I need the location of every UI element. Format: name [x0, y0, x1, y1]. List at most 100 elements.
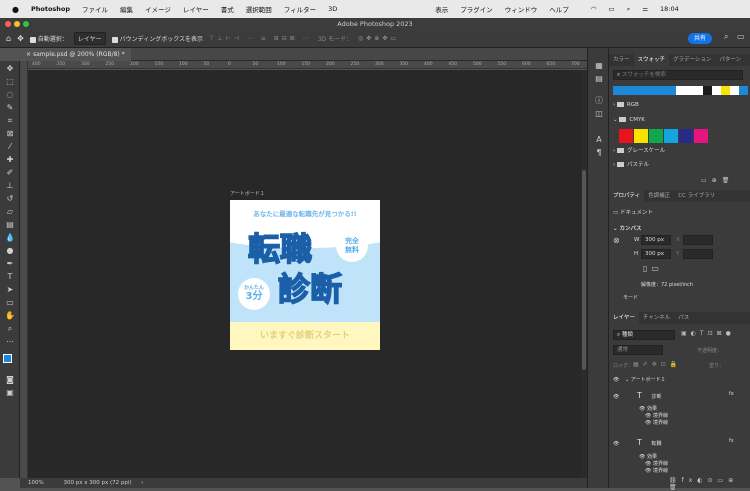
- info-arrow-icon[interactable]: ›: [141, 480, 143, 486]
- lasso-tool-icon[interactable]: ◌: [5, 90, 15, 100]
- battery-icon[interactable]: ▭: [608, 5, 614, 13]
- 3d-mode-icons[interactable]: ◎✥⊕✥▭: [358, 35, 399, 42]
- zoom-level[interactable]: 100%: [28, 480, 44, 486]
- eraser-tool-icon[interactable]: ▱: [5, 207, 15, 217]
- tab-swatches[interactable]: スウォッチ: [633, 54, 670, 66]
- menu-window[interactable]: ウィンドウ: [505, 4, 538, 14]
- auto-select-dropdown[interactable]: レイヤー: [73, 32, 106, 45]
- cmyk-swatch[interactable]: [619, 129, 633, 143]
- pen-tool-icon[interactable]: ✒: [5, 259, 15, 269]
- layer-filter-icons[interactable]: ▣◐T⊡⊠●: [681, 330, 735, 337]
- menu-filter[interactable]: フィルター: [284, 4, 316, 14]
- eye-icon[interactable]: 👁: [613, 377, 619, 383]
- document-info[interactable]: 300 px x 300 px (72 ppi): [63, 480, 131, 486]
- menu-type[interactable]: 書式: [221, 4, 234, 14]
- move-tool-icon[interactable]: ✥: [17, 34, 24, 43]
- menu-plugins[interactable]: プラグイン: [460, 4, 493, 14]
- auto-select-checkbox[interactable]: 自動選択：: [29, 34, 68, 43]
- swatch[interactable]: [694, 86, 703, 95]
- screen-mode-icon[interactable]: ▣: [5, 388, 15, 398]
- swatch-group-pastel[interactable]: › パステル: [613, 160, 649, 168]
- layer-comps-icon[interactable]: ◫: [594, 109, 604, 119]
- path-select-icon[interactable]: ➤: [5, 285, 15, 295]
- canvas-section-title[interactable]: ⌄ カンバス: [613, 224, 642, 232]
- stroke-effect-row[interactable]: 👁 境界線: [645, 467, 750, 474]
- more-tools-icon[interactable]: ⋯: [5, 337, 15, 347]
- move-tool-icon[interactable]: ✥: [5, 64, 15, 74]
- artboard-label[interactable]: アートボード１: [230, 190, 265, 197]
- share-button[interactable]: 共有: [688, 33, 712, 44]
- layer-row-tenshoku[interactable]: 👁 T 転職 fx: [609, 438, 745, 447]
- swatch-group-cmyk[interactable]: ⌄ CMYK: [613, 117, 645, 123]
- cmyk-swatch[interactable]: [694, 129, 708, 143]
- chevron-down-icon[interactable]: ⌄: [625, 377, 629, 383]
- swatch[interactable]: [703, 86, 712, 95]
- search-help-icon[interactable]: ⌕: [724, 32, 728, 42]
- swatch[interactable]: [640, 86, 649, 95]
- menu-file[interactable]: ファイル: [82, 4, 108, 14]
- eyedropper-tool-icon[interactable]: ⁄: [5, 142, 15, 152]
- menu-layer[interactable]: レイヤー: [183, 4, 209, 14]
- tab-channels[interactable]: チャンネル: [639, 312, 674, 324]
- tab-patterns[interactable]: パターン: [715, 54, 745, 66]
- brush-tool-icon[interactable]: ✐: [5, 168, 15, 178]
- clock[interactable]: 18:04: [660, 5, 679, 13]
- blend-mode-dropdown[interactable]: 通常: [613, 345, 663, 355]
- swatch[interactable]: [649, 86, 658, 95]
- swatch[interactable]: [685, 86, 694, 95]
- orientation-icons[interactable]: ▯▭: [643, 264, 663, 273]
- workspace-icon[interactable]: ▭: [737, 32, 745, 41]
- close-tab-icon[interactable]: ×: [26, 51, 31, 58]
- cmyk-swatch[interactable]: [649, 129, 663, 143]
- swatch[interactable]: [613, 86, 622, 95]
- eye-icon[interactable]: 👁: [645, 420, 651, 426]
- menu-view[interactable]: 表示: [435, 4, 448, 14]
- clone-stamp-icon[interactable]: ⊥: [5, 181, 15, 191]
- cmyk-swatch[interactable]: [679, 129, 693, 143]
- dodge-tool-icon[interactable]: ●: [5, 246, 15, 256]
- x-field[interactable]: [683, 235, 713, 245]
- layer-row-shindan[interactable]: 👁 T 診断 fx: [609, 391, 745, 400]
- document-tab[interactable]: × sample.psd @ 200% (RGB/8) *: [20, 48, 131, 61]
- lock-icons[interactable]: ▦✐✥⊡🔒: [633, 361, 681, 368]
- history-panel-icon[interactable]: ▦: [594, 61, 604, 71]
- tab-cc-libraries[interactable]: CC ライブラリ: [674, 190, 719, 202]
- minimize-window-button[interactable]: [14, 21, 20, 27]
- scroll-thumb[interactable]: [582, 170, 586, 370]
- tab-layers[interactable]: レイヤー: [609, 312, 639, 324]
- cmyk-swatch[interactable]: [634, 129, 648, 143]
- foreground-color-swatch[interactable]: [3, 354, 12, 363]
- menu-app-name[interactable]: Photoshop: [31, 5, 70, 13]
- height-field[interactable]: 300 px: [641, 249, 671, 259]
- close-window-button[interactable]: [5, 21, 11, 27]
- layer-footer-icons[interactable]: ⛓fx◐⊙▭⊕🗑: [669, 477, 750, 491]
- apple-icon[interactable]: ●: [12, 5, 19, 14]
- healing-brush-icon[interactable]: ✚: [5, 155, 15, 165]
- swatch-footer-icons[interactable]: ▭⊕🗑: [701, 177, 734, 184]
- stroke-effect-row[interactable]: 👁 境界線: [645, 412, 750, 419]
- menu-help[interactable]: ヘルプ: [549, 4, 569, 14]
- wifi-icon[interactable]: ◠: [591, 5, 597, 13]
- eye-icon[interactable]: 👁: [613, 441, 619, 447]
- tab-adjustments[interactable]: 色調補正: [644, 190, 674, 202]
- artboard-tool-icon[interactable]: ⬚: [5, 77, 15, 87]
- stroke-effect-row[interactable]: 👁 境界線: [645, 460, 750, 467]
- home-icon[interactable]: ⌂: [6, 34, 11, 43]
- eye-icon[interactable]: 👁: [645, 468, 651, 474]
- tab-properties[interactable]: プロパティ: [609, 190, 645, 202]
- character-panel-icon[interactable]: A: [594, 135, 604, 145]
- frame-tool-icon[interactable]: ⊠: [5, 129, 15, 139]
- menu-select[interactable]: 選択範囲: [246, 4, 272, 14]
- crop-tool-icon[interactable]: ⌗: [5, 116, 15, 126]
- hand-tool-icon[interactable]: ✋: [5, 311, 15, 321]
- info-panel-icon[interactable]: ⓘ: [594, 96, 604, 106]
- cmyk-swatch[interactable]: [664, 129, 678, 143]
- stroke-effect-row[interactable]: 👁 境界線: [645, 419, 750, 426]
- tab-paths[interactable]: パス: [674, 312, 693, 324]
- swatch-group-rgb[interactable]: › RGB: [613, 102, 639, 108]
- align-icons[interactable]: ⊤⊥⊢⊣ ⋯ ≡ ⊞⊟⊠ ⋯: [209, 35, 312, 42]
- zoom-tool-icon[interactable]: ⌕: [5, 324, 15, 334]
- effects-row[interactable]: 👁 効果: [639, 405, 750, 412]
- zoom-window-button[interactable]: [23, 21, 29, 27]
- layer-row-artboard[interactable]: 👁 ⌄ アートボード１: [609, 376, 745, 383]
